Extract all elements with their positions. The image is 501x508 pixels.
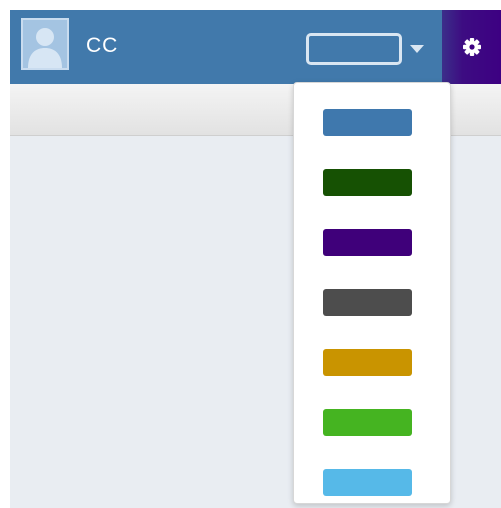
top-bar: CC (10, 10, 501, 84)
theme-color-dropdown (293, 82, 451, 504)
theme-color-select[interactable] (306, 33, 402, 65)
app-window: CC (10, 10, 501, 508)
color-swatch-purple[interactable] (323, 229, 412, 256)
color-swatch-gold[interactable] (323, 349, 412, 376)
color-swatch-dark-green[interactable] (323, 169, 412, 196)
user-silhouette-icon (23, 20, 67, 68)
color-swatch-green[interactable] (323, 409, 412, 436)
settings-button[interactable] (442, 10, 501, 84)
gear-icon (463, 38, 481, 56)
username[interactable]: CC (86, 34, 118, 58)
caret-down-icon[interactable] (410, 45, 424, 53)
color-swatch-light-blue[interactable] (323, 469, 412, 496)
color-swatch-blue[interactable] (323, 109, 412, 136)
avatar[interactable] (21, 18, 69, 70)
color-swatch-dark-gray[interactable] (323, 289, 412, 316)
